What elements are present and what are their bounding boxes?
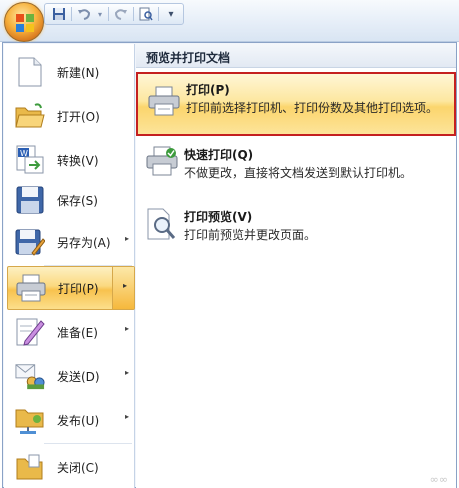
menu-item-new[interactable]: 新建(N) [7, 50, 135, 94]
redo-icon[interactable] [113, 6, 129, 22]
toolbar-divider [108, 7, 109, 21]
submenu-item-desc: 不做更改，直接将文档发送到默认打印机。 [184, 166, 413, 180]
menu-item-print[interactable]: 打印(P) ▸ [7, 266, 135, 310]
menu-item-label: 转换(V) [57, 153, 99, 168]
send-icon [15, 361, 45, 391]
watermark: ∞∞ [429, 473, 448, 486]
undo-dropdown-icon[interactable]: ▾ [96, 6, 104, 22]
save-disk-icon [15, 185, 45, 215]
submenu-item-text: 打印预览(V) 打印前预览并更改页面。 [184, 208, 448, 244]
office-button[interactable] [4, 2, 44, 42]
submenu-arrow-icon: ▸ [124, 412, 129, 421]
print-preview-icon [146, 208, 178, 240]
panel-header: 预览并打印文档 [136, 44, 456, 68]
submenu-arrow-icon: ▸ [124, 234, 129, 243]
menu-item-close[interactable]: 关闭(C) [7, 445, 135, 488]
menu-item-label: 发送(D) [57, 369, 100, 384]
submenu-item-text: 快速打印(Q) 不做更改，直接将文档发送到默认打印机。 [184, 146, 448, 182]
menu-item-save[interactable]: 保存(S) [7, 178, 135, 222]
quick-access-toolbar: ▾ ▾ [44, 3, 184, 25]
submenu-arrow-icon: ▸ [122, 281, 127, 290]
menu-item-publish[interactable]: 发布(U) ▸ [7, 398, 135, 442]
menu-item-label: 另存为(A) [57, 235, 111, 250]
menu-item-save-as[interactable]: 另存为(A) ▸ [7, 220, 135, 264]
submenu-item-print-preview[interactable]: 打印预览(V) 打印前预览并更改页面。 [136, 200, 456, 248]
submenu-item-desc: 打印前预览并更改页面。 [184, 228, 317, 242]
toolbar-divider [71, 7, 72, 21]
undo-icon[interactable] [76, 6, 92, 22]
office-logo-icon [16, 14, 34, 32]
toolbar-divider [133, 7, 134, 21]
toolbar-divider [158, 7, 159, 21]
submenu-item-desc: 打印前选择打印机、打印份数及其他打印选项。 [186, 101, 439, 115]
submenu-item-title: 打印(P) [186, 83, 230, 97]
save-icon[interactable] [51, 6, 67, 22]
menu-item-label: 保存(S) [57, 193, 98, 208]
submenu-item-quick-print[interactable]: 快速打印(Q) 不做更改，直接将文档发送到默认打印机。 [136, 140, 456, 188]
prepare-icon [15, 317, 45, 347]
submenu-item-title: 打印预览(V) [184, 210, 253, 224]
menu-item-send[interactable]: 发送(D) ▸ [7, 354, 135, 398]
office-menu: 新建(N) 打开(O) W 转换(V) 保存(S) 另存为(A) ▸ 打印(P)… [2, 42, 457, 488]
save-as-icon [15, 227, 45, 257]
submenu-arrow-icon: ▸ [124, 368, 129, 377]
menu-item-open[interactable]: 打开(O) [7, 94, 135, 138]
quick-print-icon [146, 146, 178, 178]
menu-divider [44, 443, 132, 444]
menu-item-label: 打印(P) [58, 281, 99, 296]
menu-item-label: 准备(E) [57, 325, 98, 340]
printer-icon [148, 86, 180, 118]
menu-item-label: 关闭(C) [57, 460, 99, 475]
menu-item-label: 打开(O) [57, 109, 100, 124]
submenu-arrow-icon: ▸ [124, 324, 129, 333]
submenu-item-print[interactable]: 打印(P) 打印前选择打印机、打印份数及其他打印选项。 [136, 72, 456, 136]
submenu-item-title: 快速打印(Q) [184, 148, 254, 162]
menu-item-label: 新建(N) [57, 65, 100, 80]
printer-icon [16, 273, 46, 303]
title-bar: ▾ ▾ [0, 0, 459, 42]
print-preview-icon[interactable] [138, 6, 154, 22]
menu-item-label: 发布(U) [57, 413, 100, 428]
open-folder-icon [15, 101, 45, 131]
convert-icon: W [15, 145, 45, 175]
submenu-item-text: 打印(P) 打印前选择打印机、打印份数及其他打印选项。 [186, 81, 446, 117]
close-folder-icon [15, 452, 45, 482]
new-document-icon [15, 57, 45, 87]
customize-dropdown-icon[interactable]: ▾ [163, 6, 179, 22]
menu-item-prepare[interactable]: 准备(E) ▸ [7, 310, 135, 354]
menu-item-convert[interactable]: W 转换(V) [7, 138, 135, 182]
publish-icon [15, 405, 45, 435]
menu-left-column: 新建(N) 打开(O) W 转换(V) 保存(S) 另存为(A) ▸ 打印(P)… [4, 44, 135, 488]
print-submenu-panel: 预览并打印文档 打印(P) 打印前选择打印机、打印份数及其他打印选项。 快速打印… [136, 44, 456, 488]
